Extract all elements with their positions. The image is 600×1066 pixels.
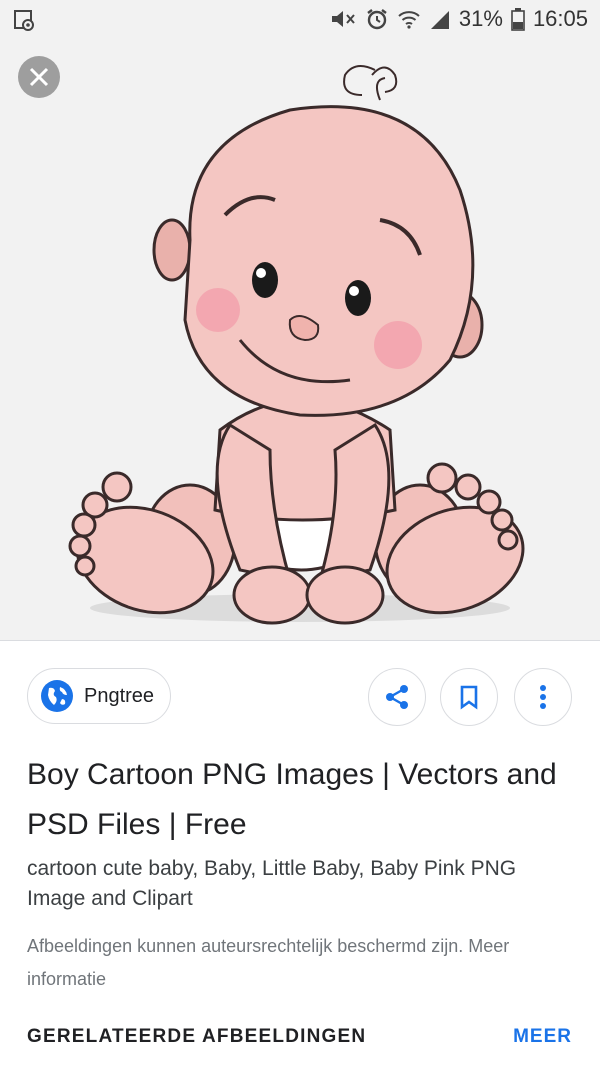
alarm-icon: [365, 7, 389, 31]
share-icon: [386, 685, 408, 709]
copyright-disclaimer[interactable]: Afbeeldingen kunnen auteursrechtelijk be…: [27, 930, 572, 996]
status-bar: 31% 16:05: [0, 0, 600, 40]
bookmark-icon: [460, 685, 478, 710]
result-description: cartoon cute baby, Baby, Little Baby, Ba…: [27, 857, 517, 910]
cartoon-baby-image[interactable]: [0, 40, 600, 640]
globe-icon: [40, 679, 74, 713]
source-chip[interactable]: Pngtree: [27, 668, 171, 724]
save-button[interactable]: [440, 668, 498, 726]
more-link[interactable]: MEER: [513, 1026, 572, 1048]
more-options-button[interactable]: [514, 668, 572, 726]
signal-icon: [429, 7, 451, 31]
mute-icon: [329, 7, 357, 31]
close-button[interactable]: [18, 56, 60, 98]
more-vert-icon: [540, 685, 546, 709]
wifi-icon: [397, 7, 421, 31]
battery-percent: 31%: [458, 6, 503, 31]
close-icon: [29, 67, 49, 87]
battery-icon: [511, 7, 525, 31]
image-viewer: [0, 40, 600, 641]
share-button[interactable]: [368, 668, 426, 726]
screenshot-notification-icon: [12, 8, 36, 32]
clock: 16:05: [532, 6, 588, 31]
source-name: Pngtree: [84, 684, 155, 707]
result-title[interactable]: Boy Cartoon PNG Images | Vectors and PSD…: [27, 750, 567, 850]
related-images-header: GERELATEERDE AFBEELDINGEN: [27, 1026, 367, 1047]
